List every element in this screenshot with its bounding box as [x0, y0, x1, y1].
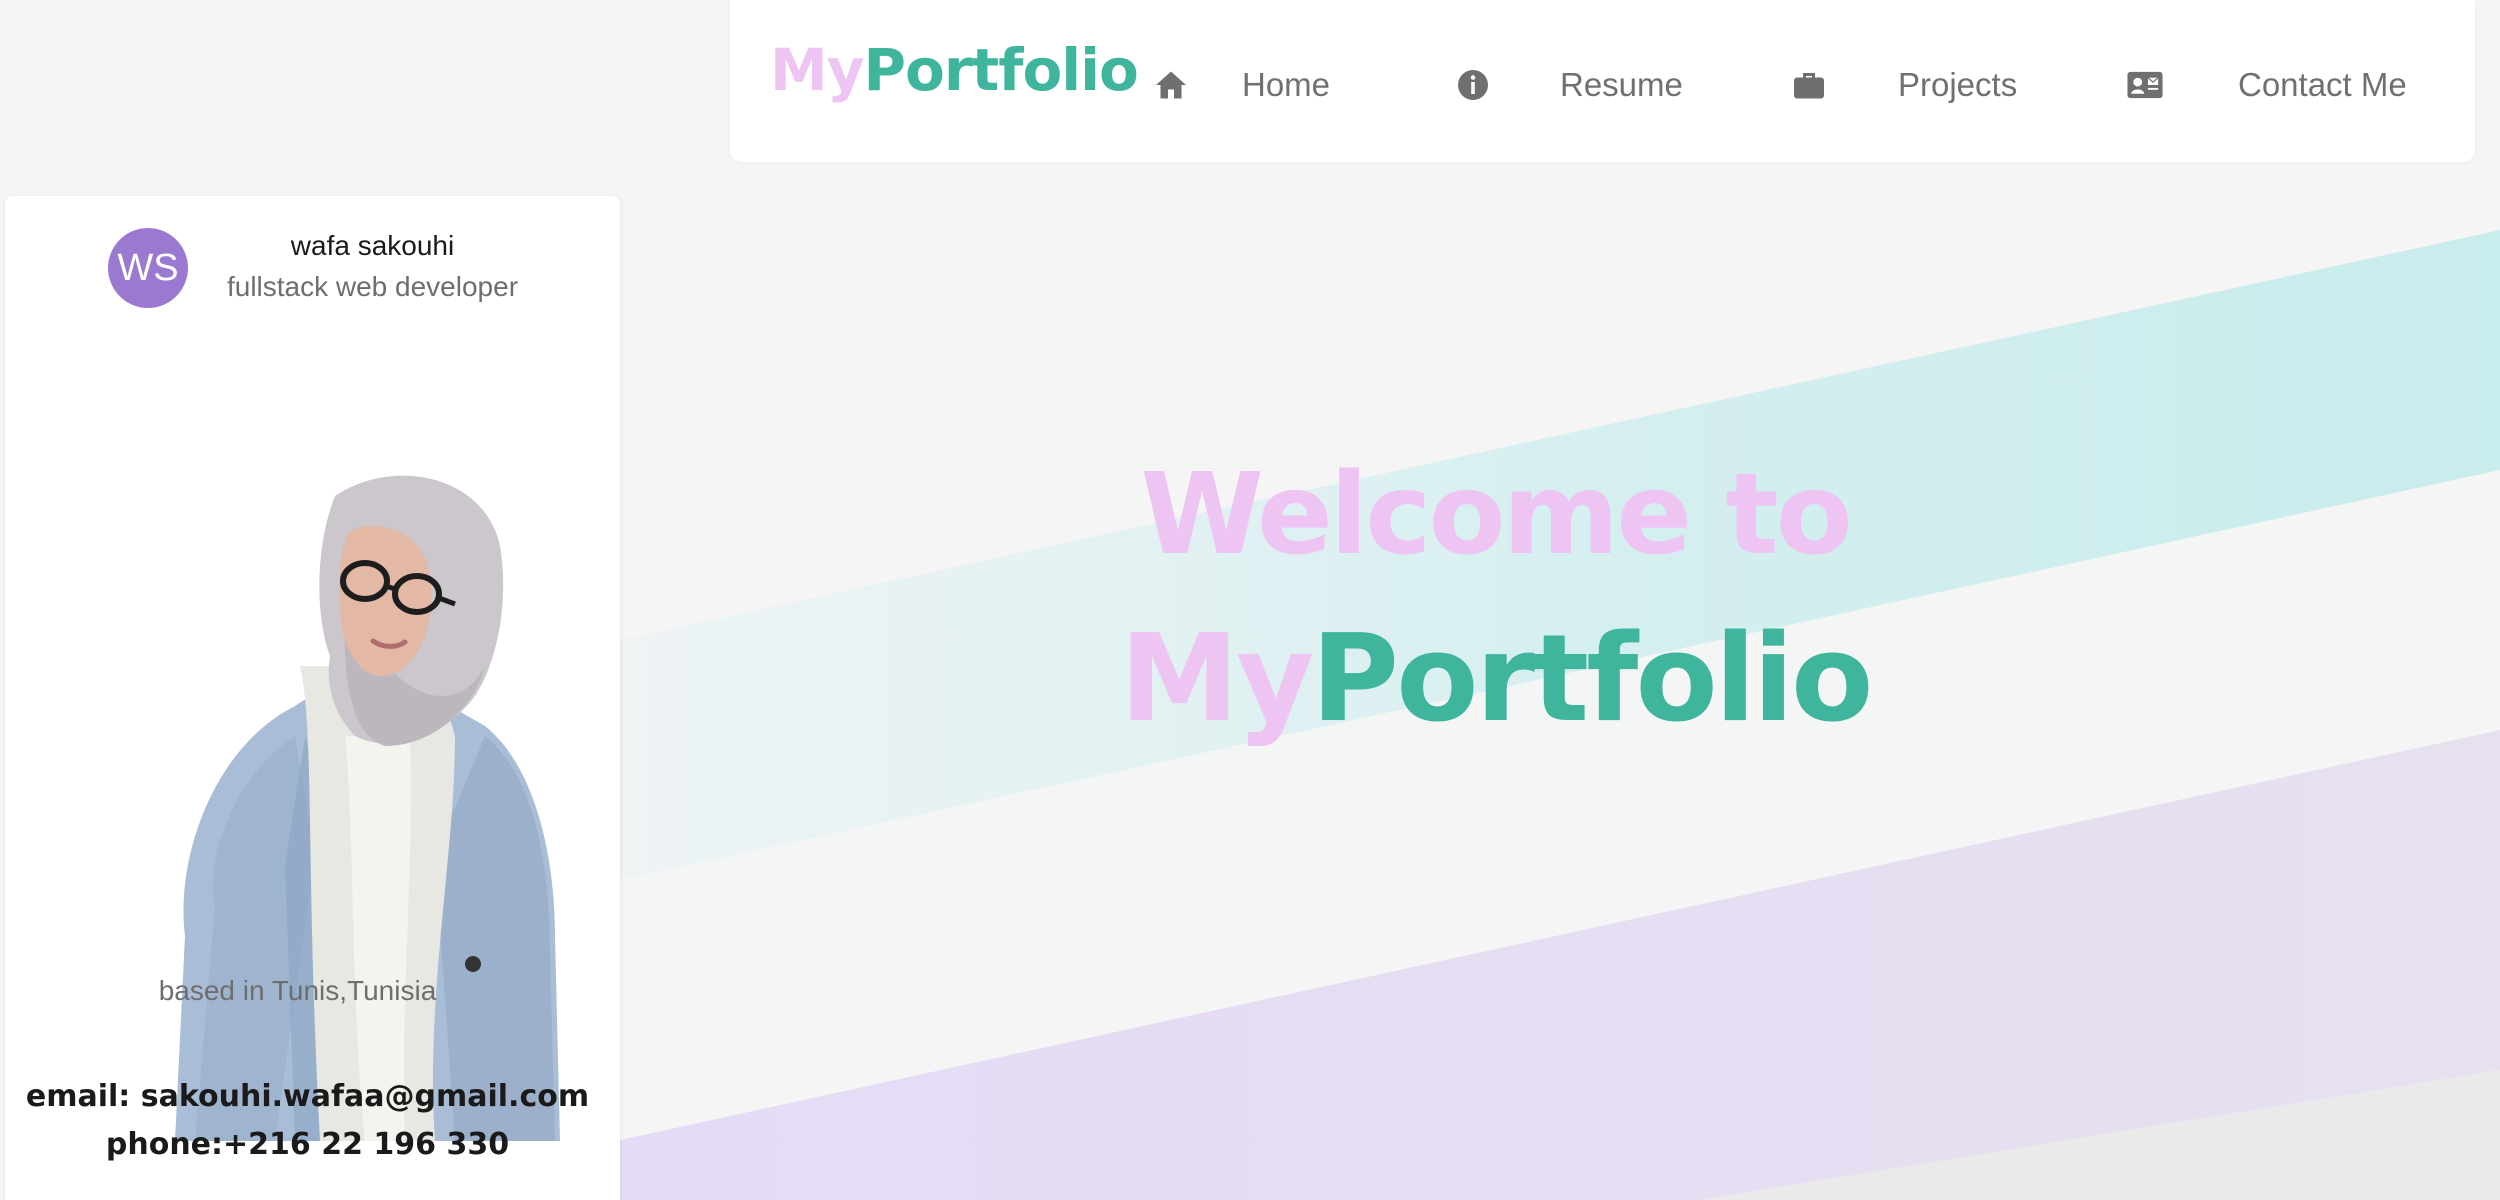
home-icon [1152, 66, 1190, 104]
briefcase-icon [1790, 66, 1828, 104]
contact-card-icon [2126, 66, 2164, 104]
hero-brand-my: My [1119, 610, 1315, 749]
brand-logo-my: My [770, 36, 865, 104]
profile-photo [175, 475, 560, 1141]
page: MyPortfolio Home Resume Projects Contact [0, 0, 2500, 1200]
nav-home-label: Home [1242, 66, 1331, 103]
nav-contact-label: Contact Me [2238, 66, 2407, 103]
nav-resume-label: Resume [1560, 66, 1683, 103]
brand-logo[interactable]: MyPortfolio [770, 30, 1139, 110]
profile-email[interactable]: email: sakouhi.wafaa@gmail.com [5, 1079, 620, 1114]
nav-contact[interactable]: Contact Me [2126, 50, 2407, 120]
profile-name: wafa sakouhi [290, 230, 455, 261]
brand-logo-portfolio: Portfolio [863, 36, 1139, 104]
nav-projects[interactable]: Projects [1790, 50, 2017, 120]
nav-resume[interactable]: Resume [1454, 50, 1683, 120]
hero-brand: MyPortfolio [1060, 610, 1930, 749]
info-icon [1454, 66, 1492, 104]
profile-phone[interactable]: phone:+216 22 196 330 [5, 1127, 620, 1162]
nav-projects-label: Projects [1898, 66, 2018, 103]
hero-brand-portfolio: Portfolio [1311, 610, 1873, 749]
profile-card: WS wafa sakouhi fullstack web developer [5, 196, 620, 1200]
profile-role: fullstack web developer [226, 271, 519, 302]
avatar-initials: WS [117, 246, 179, 289]
profile-location: based in Tunis,Tunisia [158, 975, 437, 1006]
top-navbar: MyPortfolio Home Resume Projects Contact [730, 0, 2475, 162]
hero-welcome: Welcome to [1140, 450, 1852, 580]
nav-home[interactable]: Home [1152, 50, 1330, 120]
avatar: WS [108, 228, 188, 308]
